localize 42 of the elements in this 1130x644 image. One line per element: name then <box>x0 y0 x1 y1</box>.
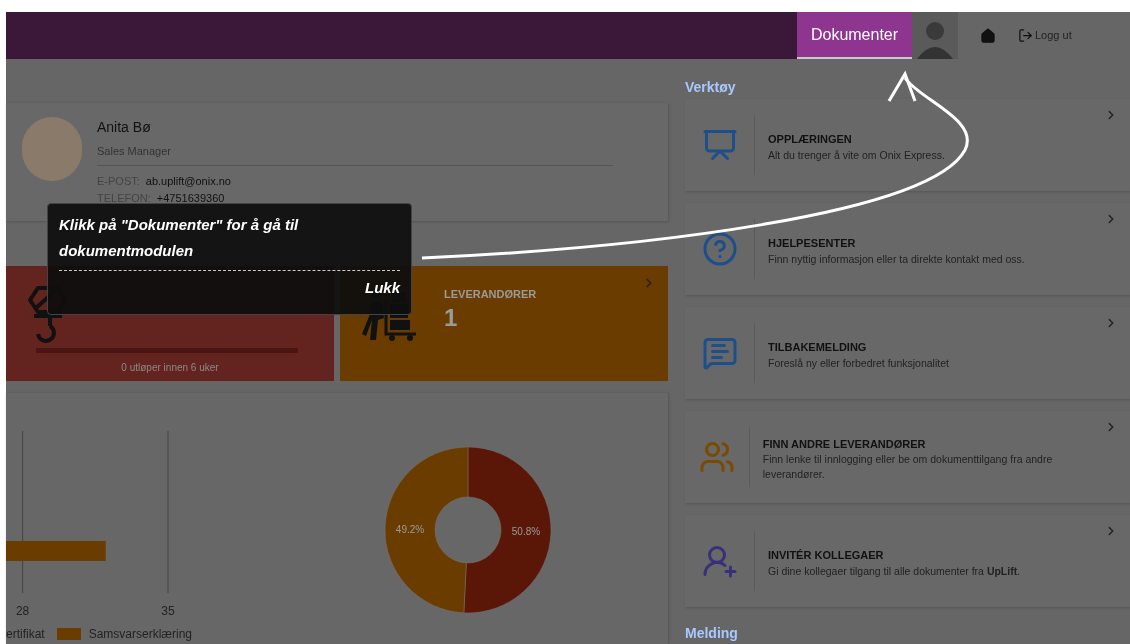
close-button[interactable]: Lukk <box>365 277 400 300</box>
email-value: ab.uplift@onix.no <box>145 173 231 189</box>
logout-button[interactable]: Logg ut <box>1018 27 1072 44</box>
phone-value: +4751639360 <box>156 191 225 206</box>
add-user-icon <box>701 543 738 579</box>
tile-title: LEVERANDØRER <box>444 287 537 302</box>
section-heading: Melding <box>685 625 738 641</box>
legend-swatch <box>56 628 81 640</box>
slice-value-label: 49.2% <box>395 523 425 535</box>
tool-description: Gi dine kollegaer tilgang til alle dokumenter fra UpLift. <box>768 563 1021 579</box>
help-icon <box>701 231 738 267</box>
tool-description: Finn lenke til innlogging eller be om dokumenttilgang fra andre leverandører. <box>762 452 1054 483</box>
slice-value-label: 50.8% <box>511 526 541 538</box>
tool-card[interactable]: HJELPESENTER Finn nyttig informasjon eller ta direkte kontakt med oss. <box>685 203 1130 295</box>
tool-card[interactable]: INVITÉR KOLLEGAER Gi dine kollegaer tilgang til alle dokumenter fra UpLift. <box>685 515 1130 607</box>
progress-caption: 0 utløper innen 6 uker <box>120 361 220 375</box>
tool-title: FINN ANDRE LEVERANDØRER <box>762 436 927 452</box>
tool-description: Finn nyttig informasjon eller ta direkte kontakt med oss. <box>768 251 1025 267</box>
tool-card[interactable]: FINN ANDRE LEVERANDØRER Finn lenke til innlogging eller be om dokumenttilgang fra andre leverandører. <box>685 411 1130 503</box>
logout-icon <box>1018 28 1033 43</box>
tool-card[interactable]: OPPLÆRINGEN Alt du trenger å vite om Onix Express. <box>685 99 1130 191</box>
tool-title: INVITÉR KOLLEGAER <box>768 548 885 564</box>
tool-description: Foreslå ny eller forbedret funksjonalitet <box>768 355 949 371</box>
tile-count: 1 <box>444 302 459 333</box>
home-icon[interactable] <box>980 27 996 44</box>
tooltip-text: Klikk på "Dokumenter" for å gå til dokumentmodulen <box>59 215 300 261</box>
presentation-icon <box>701 127 738 163</box>
tool-card[interactable]: TILBAKEMELDING Foreslå ny eller forbedret funksjonalitet <box>685 307 1130 399</box>
tool-title: HJELPESENTER <box>768 236 857 252</box>
avatar-photo-placeholder <box>22 117 82 181</box>
axis-tick-label: 28 <box>15 604 30 618</box>
tool-description: Alt du trenger å vite om Onix Express. <box>768 147 945 163</box>
axis-tick-label: 35 <box>161 604 175 618</box>
profile-name: Anita Bø <box>97 118 152 137</box>
message-icon <box>701 335 738 371</box>
section-heading: Verktøy <box>685 79 736 95</box>
people-icon <box>698 439 735 475</box>
legend-label: Samsvarserklæring <box>88 626 193 643</box>
legend-label: ertifikat <box>6 626 45 643</box>
tool-title: TILBAKEMELDING <box>768 340 868 356</box>
tool-title: OPPLÆRINGEN <box>768 132 853 148</box>
documents-button[interactable]: Dokumenter <box>797 12 912 59</box>
